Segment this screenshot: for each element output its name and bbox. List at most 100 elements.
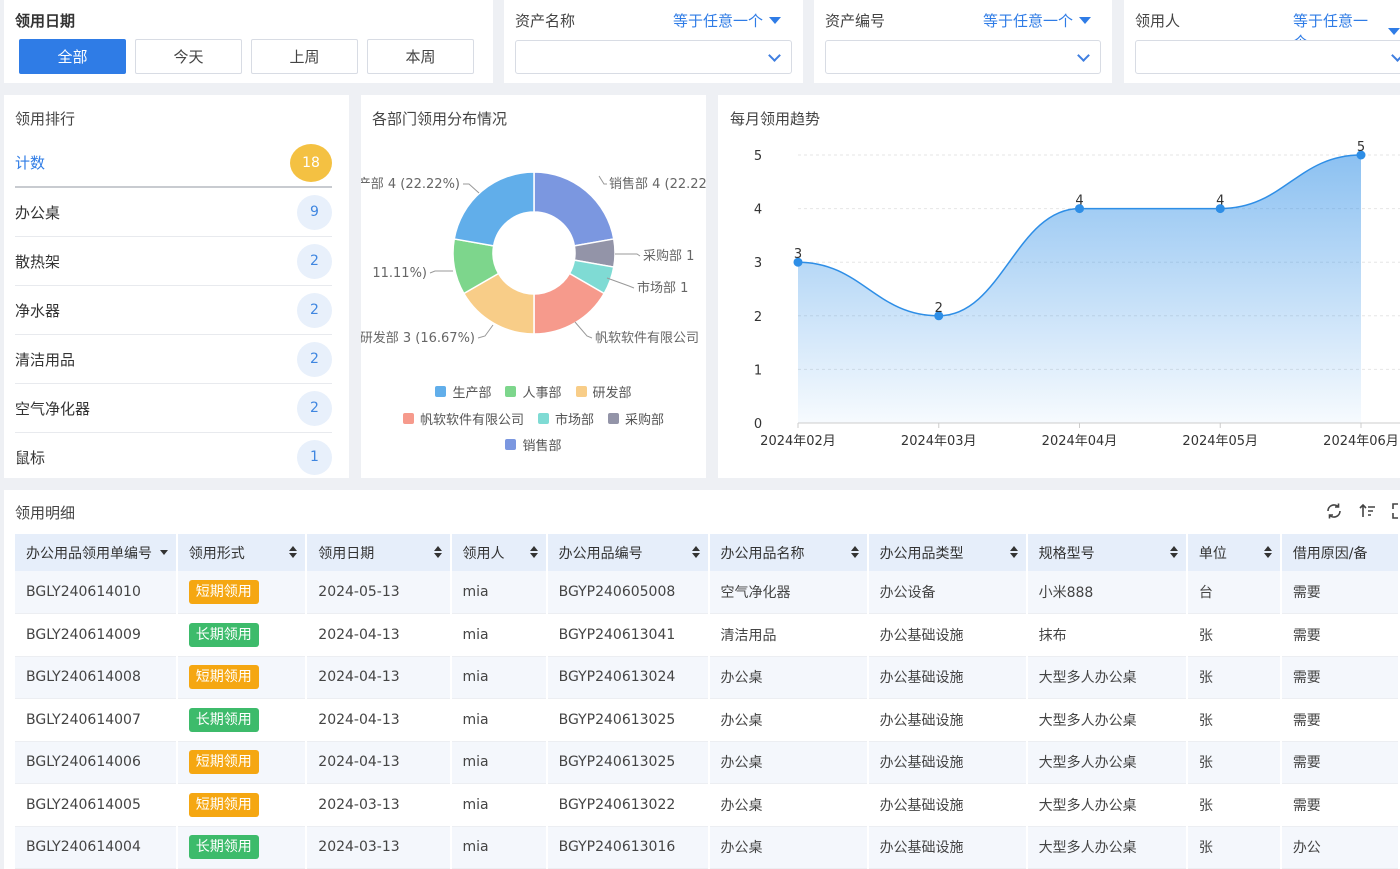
- legend-item[interactable]: 人事部: [505, 382, 562, 401]
- table-row[interactable]: BGLY240614004 长期领用 2024-03-13 mia BGYP240613…: [15, 826, 1400, 869]
- date-last-week-button[interactable]: 上周: [251, 39, 358, 74]
- table-cell: 办公基础设施: [867, 613, 1028, 657]
- legend-label: 采购部: [625, 413, 665, 428]
- table-cell: BGYP240605008: [546, 571, 710, 614]
- table-row[interactable]: BGLY240614007 长期领用 2024-04-13 mia BGYP240613…: [15, 698, 1400, 742]
- usage-type-tag: 短期领用: [188, 580, 259, 604]
- column-header[interactable]: 办公用品编号: [546, 534, 710, 571]
- ranking-item-label: 散热架: [15, 252, 61, 271]
- table-cell: 大型多人办公桌: [1026, 698, 1188, 742]
- asset-name-operator-dropdown[interactable]: 等于任意一个: [673, 10, 782, 31]
- usage-type-tag: 长期领用: [188, 707, 259, 732]
- pie-slice-label: 研发部 3 (16.67%): [361, 330, 475, 346]
- column-header[interactable]: 办公用品领用单编号: [15, 534, 178, 571]
- sort-icon[interactable]: [850, 546, 859, 558]
- table-row[interactable]: BGLY240614009 长期领用 2024-04-13 mia BGYP240613…: [15, 613, 1400, 657]
- legend-item[interactable]: 研发部: [575, 382, 632, 401]
- ranking-item-label: 清洁用品: [15, 350, 76, 369]
- usage-type-tag: 长期领用: [188, 622, 259, 647]
- fullscreen-icon[interactable]: [1390, 502, 1400, 522]
- date-all-button[interactable]: 全部: [19, 39, 126, 74]
- column-header[interactable]: 借用原因/备: [1280, 534, 1400, 571]
- asset-code-select[interactable]: [825, 40, 1101, 74]
- table-cell: 办公基础设施: [867, 656, 1028, 699]
- column-header[interactable]: 单位: [1186, 534, 1282, 571]
- ranking-item[interactable]: 清洁用品 2: [15, 335, 332, 384]
- table-cell: 2024-03-13: [306, 826, 452, 869]
- column-header[interactable]: 办公用品类型: [867, 534, 1028, 571]
- sort-icon[interactable]: [1009, 546, 1018, 558]
- pie-label-leader: [598, 175, 607, 185]
- legend-item[interactable]: 采购部: [608, 409, 664, 428]
- sort-icon[interactable]: [289, 546, 298, 558]
- legend-swatch: [505, 386, 517, 397]
- table-cell: 张: [1186, 783, 1282, 827]
- table-row[interactable]: BGLY240614010 短期领用 2024-05-13 mia BGYP240605…: [15, 571, 1400, 614]
- ranking-item-label: 净水器: [15, 301, 61, 320]
- pie-slice-label: 11.11%): [372, 266, 427, 281]
- column-header[interactable]: 领用人: [450, 534, 548, 571]
- legend-item[interactable]: 市场部: [537, 409, 594, 428]
- pie-slice-label: 采购部 1: [643, 248, 694, 264]
- ranking-header-label: 计数: [15, 154, 46, 172]
- date-this-week-button[interactable]: 本周: [367, 39, 474, 74]
- table-row[interactable]: BGLY240614008 短期领用 2024-04-13 mia BGYP240613…: [15, 656, 1400, 699]
- x-tick-label: 2024年06月: [1323, 434, 1399, 449]
- ranking-item-label: 办公桌: [15, 203, 61, 222]
- ranking-item[interactable]: 空气净化器 2: [15, 384, 332, 433]
- ranking-item-count: 2: [297, 292, 332, 328]
- sort-icon[interactable]: [433, 546, 442, 558]
- legend-item[interactable]: 帆软软件有限公司: [402, 409, 524, 428]
- ranking-item[interactable]: 净水器 2: [15, 286, 332, 335]
- table-cell: 办公: [1280, 826, 1400, 869]
- table-cell: 办公基础设施: [867, 826, 1028, 869]
- y-tick-label: 2: [754, 310, 762, 325]
- data-label: 3: [794, 247, 802, 262]
- column-header[interactable]: 领用日期: [306, 534, 452, 571]
- column-header[interactable]: 规格型号: [1026, 534, 1188, 571]
- table-cell: 短期领用: [176, 783, 308, 827]
- legend-item[interactable]: 生产部: [435, 382, 491, 401]
- pie-label-leader: [429, 270, 453, 274]
- ranking-item[interactable]: 办公桌 9: [15, 188, 332, 237]
- table-cell: 张: [1186, 613, 1282, 657]
- column-header-label: 办公用品类型: [879, 545, 964, 562]
- table-cell: 办公设备: [867, 571, 1028, 614]
- sort-icon[interactable]: [691, 546, 700, 558]
- ranking-item-label: 空气净化器: [15, 399, 91, 418]
- table-cell: 大型多人办公桌: [1026, 783, 1188, 827]
- pie-slice[interactable]: [453, 171, 535, 247]
- x-tick-label: 2024年04月: [1042, 434, 1118, 449]
- ranking-header-row[interactable]: 计数 18: [15, 139, 332, 188]
- ranking-item[interactable]: 鼠标 1: [15, 433, 332, 478]
- sort-order-icon[interactable]: [1357, 502, 1377, 522]
- sort-icon[interactable]: [529, 546, 538, 558]
- sort-icon[interactable]: [1263, 546, 1272, 558]
- column-header[interactable]: 办公用品名称: [708, 534, 869, 571]
- table-row[interactable]: BGLY240614006 短期领用 2024-04-13 mia BGYP240613…: [15, 741, 1400, 784]
- date-filter-title: 领用日期: [15, 12, 76, 30]
- ranking-item[interactable]: 散热架 2: [15, 237, 332, 286]
- user-select[interactable]: [1135, 40, 1400, 74]
- table-cell: 办公基础设施: [867, 783, 1028, 827]
- y-tick-label: 5: [754, 149, 762, 164]
- asset-code-operator-dropdown[interactable]: 等于任意一个: [983, 10, 1092, 31]
- column-header-label: 办公用品领用单编号: [26, 545, 152, 562]
- sort-desc-icon[interactable]: [159, 546, 168, 558]
- asset-name-select[interactable]: [515, 40, 792, 74]
- pie-legend-row-1: 生产部 人事部 研发部: [361, 382, 706, 401]
- pie-label-leader: [574, 321, 593, 339]
- table-cell: 台: [1186, 571, 1282, 614]
- legend-swatch: [505, 439, 517, 450]
- legend-item[interactable]: 销售部: [505, 435, 562, 454]
- refresh-icon[interactable]: [1324, 502, 1344, 522]
- column-header-label: 规格型号: [1038, 545, 1095, 562]
- column-header[interactable]: 领用形式: [176, 534, 308, 571]
- sort-icon[interactable]: [1169, 546, 1178, 558]
- date-today-button[interactable]: 今天: [135, 39, 242, 74]
- pie-slice[interactable]: [533, 171, 615, 247]
- usage-type-tag: 短期领用: [188, 665, 259, 690]
- table-cell: 办公桌: [708, 656, 869, 699]
- table-row[interactable]: BGLY240614005 短期领用 2024-03-13 mia BGYP240613…: [15, 783, 1400, 827]
- table-cell: 长期领用: [176, 826, 308, 869]
